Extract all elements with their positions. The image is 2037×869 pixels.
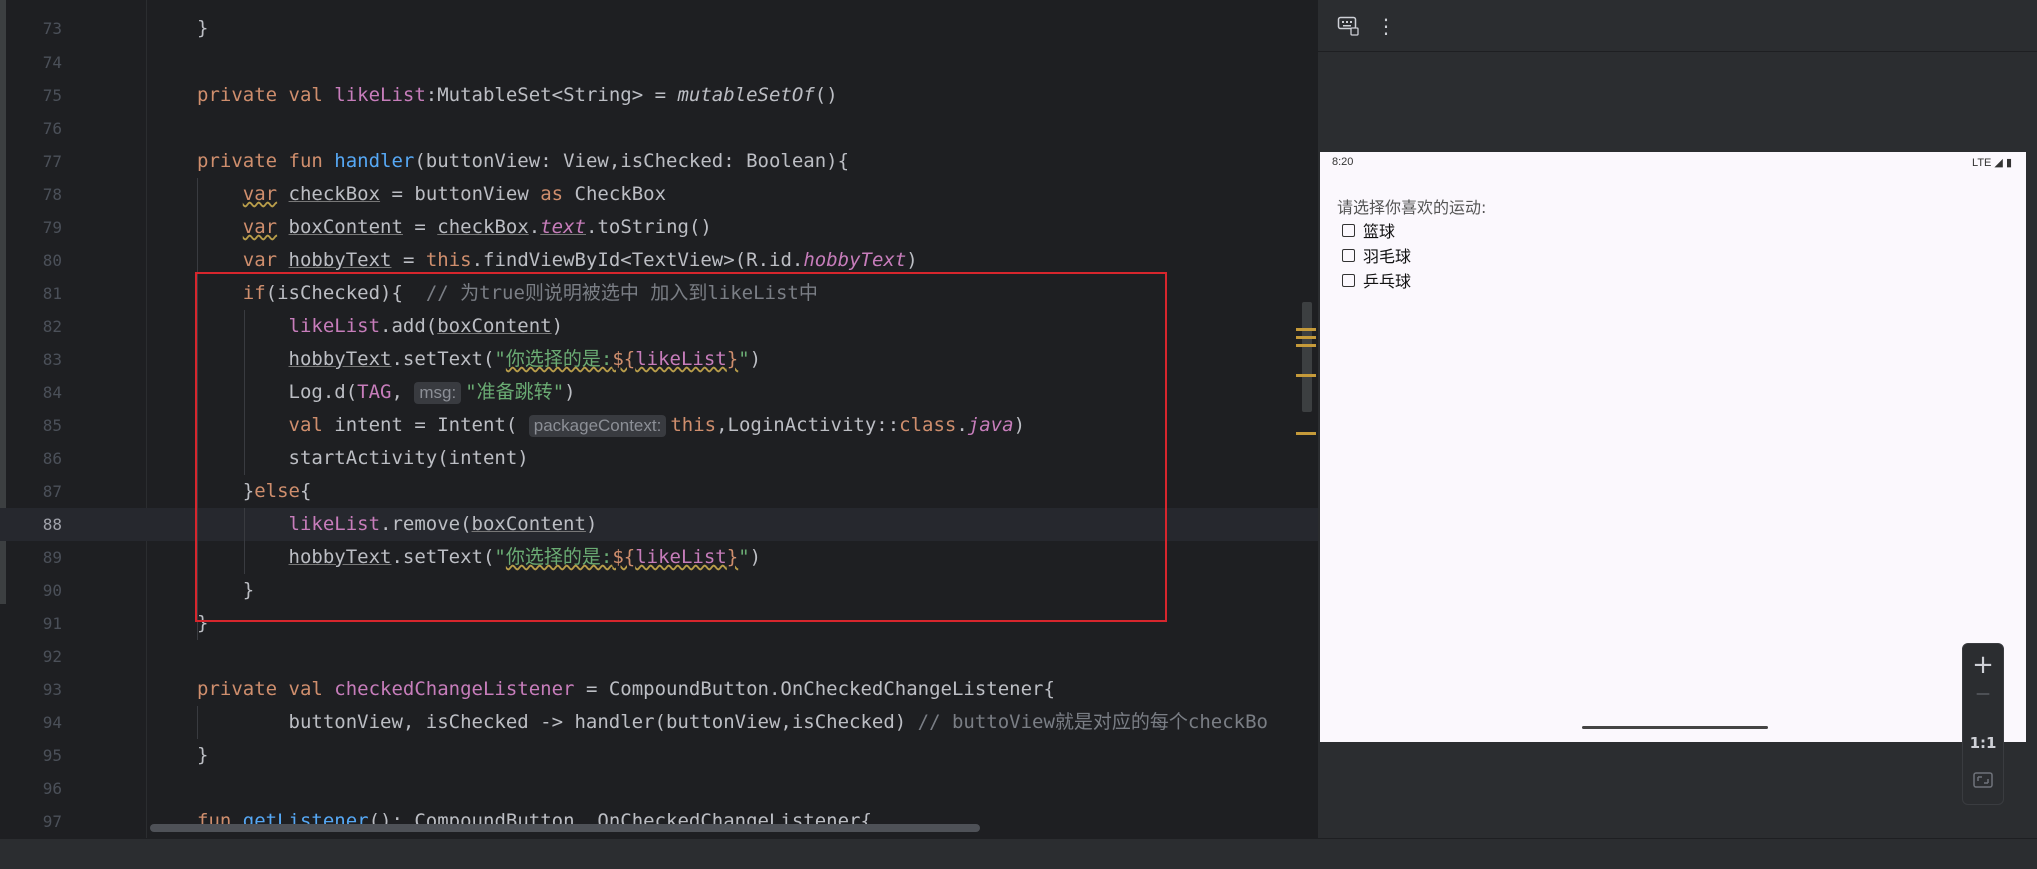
line-number: 87	[42, 482, 62, 501]
code-line[interactable]: 77 private fun handler(buttonView: View,…	[0, 145, 1318, 178]
code-text: private val checkedChangeListener = Comp…	[197, 678, 1055, 700]
code-line[interactable]: 93 private val checkedChangeListener = C…	[0, 673, 1318, 706]
line-number: 81	[42, 284, 62, 303]
zoom-reset-button[interactable]: 1:1	[1963, 734, 2003, 752]
line-number: 88	[42, 515, 62, 534]
line-number: 85	[42, 416, 62, 435]
line-number: 80	[42, 251, 62, 270]
line-number: 77	[42, 152, 62, 171]
line-number: 96	[42, 779, 62, 798]
code-text: private fun handler(buttonView: View,isC…	[197, 150, 850, 172]
line-number: 95	[42, 746, 62, 765]
indent-guide	[197, 706, 198, 739]
red-highlight-box	[195, 272, 1167, 622]
fit-screen-icon[interactable]	[1963, 772, 2003, 792]
checkbox-basketball[interactable]: 篮球	[1342, 218, 1395, 242]
checkbox-icon	[1342, 223, 1355, 237]
code-line[interactable]: 96	[0, 772, 1318, 805]
code-line[interactable]: 76	[0, 112, 1318, 145]
checkbox-pingpong[interactable]: 乒乓球	[1342, 268, 1411, 292]
zoom-in-button[interactable]: +	[1963, 650, 2003, 680]
line-number: 92	[42, 647, 62, 666]
code-text: var boxContent = checkBox.text.toString(…	[242, 216, 712, 238]
checkbox-badminton[interactable]: 羽毛球	[1342, 243, 1411, 267]
checkbox-label: 羽毛球	[1363, 247, 1412, 266]
status-network: LTE ◢ ▮	[1972, 157, 2012, 169]
code-text: fun getListener(): CompoundButton. OnChe…	[197, 810, 872, 832]
zoom-controls: + — 1:1	[1962, 643, 2004, 805]
line-number: 83	[42, 350, 62, 369]
code-text: buttonView, isChecked -> handler(buttonV…	[197, 711, 1269, 733]
keyboard-icon[interactable]	[1336, 14, 1360, 38]
warning-marker[interactable]	[1296, 336, 1316, 339]
bottom-status-bar	[0, 838, 2037, 869]
emulator-toolbar: ⋮	[1318, 0, 2037, 52]
warning-marker[interactable]	[1296, 374, 1316, 377]
device-screen[interactable]: 8:20 LTE ◢ ▮ 请选择你喜欢的运动: 篮球 羽毛球 乒乓球	[1320, 152, 2026, 742]
more-vert-icon[interactable]: ⋮	[1374, 14, 1398, 38]
code-text: var checkBox = buttonView as CheckBox	[242, 183, 667, 205]
code-line[interactable]: 75 private val likeList:MutableSet<Strin…	[0, 79, 1318, 112]
status-time: 8:20	[1332, 156, 1354, 168]
line-number: 93	[42, 680, 62, 699]
zoom-out-button[interactable]: —	[1963, 686, 2003, 702]
checkbox-label: 乒乓球	[1363, 272, 1412, 291]
gesture-nav-handle[interactable]	[1582, 726, 1768, 729]
device-status-bar: 8:20 LTE ◢ ▮	[1320, 152, 2026, 174]
warning-marker[interactable]	[1296, 344, 1316, 347]
line-number: 89	[42, 548, 62, 567]
line-number: 90	[42, 581, 62, 600]
code-line[interactable]: 92	[0, 640, 1318, 673]
line-number: 76	[42, 119, 62, 138]
running-devices-panel: ⋮ 8:20 LTE ◢ ▮ 请选择你喜欢的运动: 篮球 羽毛球 乒乓球 + —…	[1318, 0, 2037, 838]
checkbox-label: 篮球	[1363, 222, 1396, 241]
code-text: }	[197, 744, 209, 766]
checkbox-icon	[1342, 273, 1355, 287]
horizontal-scrollbar[interactable]	[150, 824, 980, 832]
line-number: 75	[42, 86, 62, 105]
code-editor[interactable]: 73 } 74 75 private val likeList:MutableS…	[0, 0, 1318, 838]
line-number: 82	[42, 317, 62, 336]
code-line[interactable]: 74	[0, 46, 1318, 79]
line-number: 79	[42, 218, 62, 237]
line-number: 73	[42, 19, 62, 38]
code-line[interactable]: 97 fun getListener(): CompoundButton. On…	[0, 805, 1318, 838]
sports-prompt-label: 请选择你喜欢的运动:	[1337, 198, 1487, 217]
line-number: 94	[42, 713, 62, 732]
code-line[interactable]: 73 }	[0, 12, 1318, 45]
warning-marker[interactable]	[1296, 432, 1316, 435]
checkbox-icon	[1342, 248, 1355, 262]
line-number: 84	[42, 383, 62, 402]
line-number: 97	[42, 812, 62, 831]
line-number: 91	[42, 614, 62, 633]
error-stripe[interactable]	[1302, 302, 1312, 412]
code-text: private val likeList:MutableSet<String> …	[197, 84, 838, 106]
line-number: 86	[42, 449, 62, 468]
code-line[interactable]: 95 }	[0, 739, 1318, 772]
warning-marker[interactable]	[1296, 328, 1316, 331]
line-number: 78	[42, 185, 62, 204]
code-text: }	[197, 17, 209, 39]
line-number: 74	[42, 53, 62, 72]
